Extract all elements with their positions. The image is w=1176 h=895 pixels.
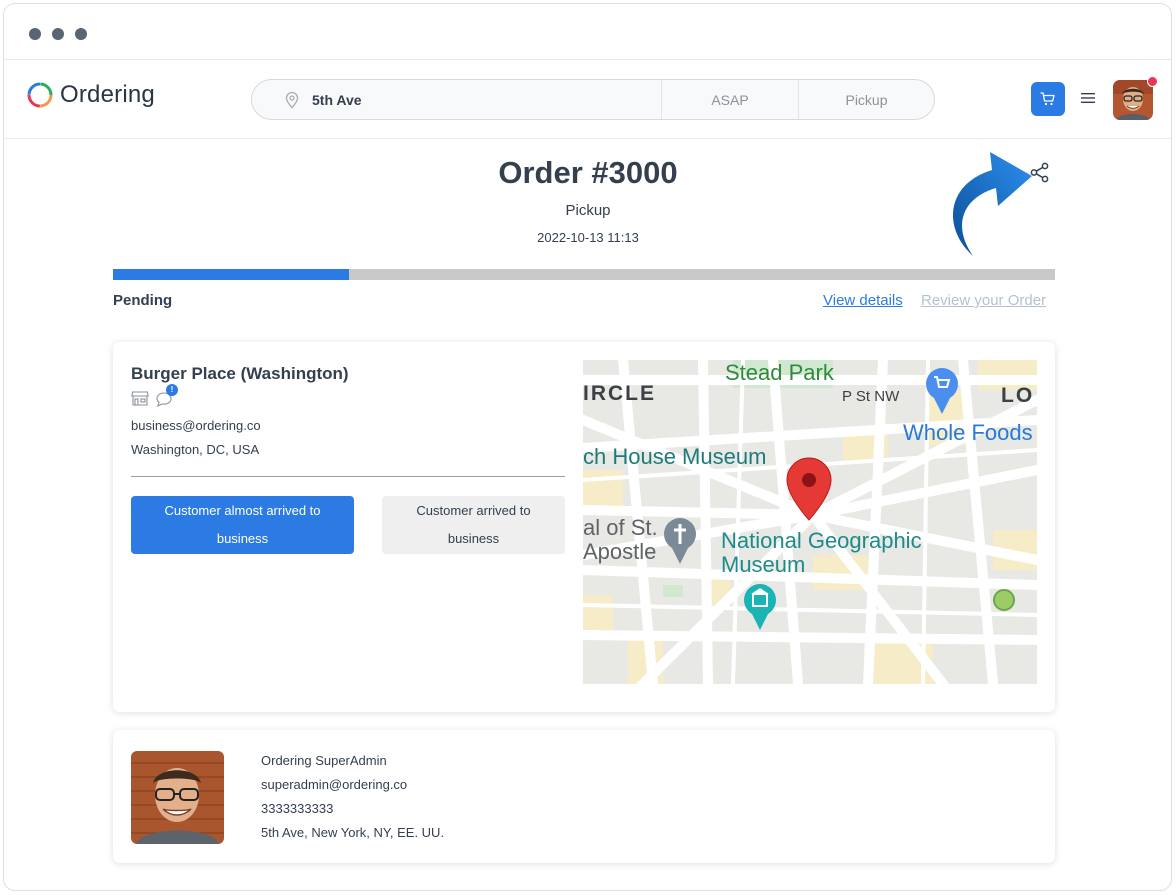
- order-progress-fill: [113, 269, 349, 280]
- hamburger-menu-icon[interactable]: [1081, 90, 1095, 106]
- business-location-map[interactable]: Stead Park IRCLE P St NW LO Whole Foods …: [583, 360, 1037, 684]
- share-icon[interactable]: [1028, 160, 1052, 184]
- cart-icon: [1040, 92, 1055, 106]
- business-card: Burger Place (Washington) ! business@ord…: [113, 342, 1055, 712]
- order-options-bar: 5th Ave ASAP Pickup: [251, 79, 935, 120]
- curved-arrow-icon: [952, 152, 1032, 256]
- map-label-stead-park: Stead Park: [725, 360, 834, 385]
- map-label-house-museum: ch House Museum: [583, 444, 767, 469]
- cart-button[interactable]: [1031, 82, 1065, 116]
- business-address: Washington, DC, USA: [131, 442, 260, 457]
- address-selector[interactable]: 5th Ave: [252, 80, 662, 119]
- window-control-dot[interactable]: [75, 28, 87, 40]
- store-icon[interactable]: [131, 389, 149, 407]
- order-progress-bar: [113, 269, 1055, 280]
- order-status: Pending: [113, 292, 173, 309]
- review-order-link[interactable]: Review your Order: [921, 292, 1046, 309]
- customer-name: Ordering SuperAdmin: [261, 753, 387, 768]
- customer-almost-arrived-button[interactable]: Customer almost arrived to business: [131, 496, 354, 554]
- map-label-circle: IRCLE: [583, 382, 656, 405]
- map-label-natgeo-2: Museum: [721, 552, 806, 577]
- map-label-natgeo-1: National Geographic: [721, 528, 922, 553]
- window-titlebar: [4, 4, 1171, 60]
- app-header: Ordering 5th Ave ASAP Pickup: [4, 61, 1171, 139]
- view-details-link[interactable]: View details: [823, 292, 903, 309]
- map-label-cathedral-2: Apostle: [583, 539, 657, 564]
- ordering-logo[interactable]: Ordering: [26, 81, 155, 109]
- customer-address: 5th Ave, New York, NY, EE. UU.: [261, 825, 445, 840]
- customer-email: superadmin@ordering.co: [261, 777, 408, 792]
- window-control-dot[interactable]: [29, 28, 41, 40]
- user-avatar[interactable]: [1113, 80, 1153, 120]
- business-name: Burger Place (Washington): [131, 364, 349, 383]
- business-actions: !: [131, 384, 179, 408]
- order-type-selector[interactable]: Pickup: [799, 80, 934, 119]
- divider: [131, 476, 565, 477]
- logo-ring-icon: [27, 82, 53, 108]
- customer-card: Ordering SuperAdmin superadmin@ordering.…: [113, 730, 1055, 863]
- map-label-whole-foods: Whole Foods: [903, 420, 1033, 445]
- notification-badge: [1147, 76, 1158, 87]
- customer-phone: 3333333333: [261, 801, 334, 816]
- address-text: 5th Ave: [312, 91, 362, 108]
- logo-text: Ordering: [60, 81, 155, 108]
- window-control-dot[interactable]: [52, 28, 64, 40]
- map-label-cathedral-1: al of St.: [583, 515, 658, 540]
- customer-arrived-button[interactable]: Customer arrived to business: [382, 496, 565, 554]
- customer-photo: [131, 751, 224, 844]
- chat-button[interactable]: !: [155, 384, 179, 408]
- map-label-p-st: P St NW: [842, 388, 900, 405]
- location-pin-icon: [285, 91, 299, 108]
- chat-unread-badge: !: [166, 384, 178, 396]
- user-avatar-image: [1113, 80, 1153, 120]
- time-selector[interactable]: ASAP: [662, 80, 799, 119]
- business-email: business@ordering.co: [131, 418, 261, 433]
- map-label-lo: LO: [1001, 384, 1035, 407]
- customer-photo-image: [131, 751, 224, 844]
